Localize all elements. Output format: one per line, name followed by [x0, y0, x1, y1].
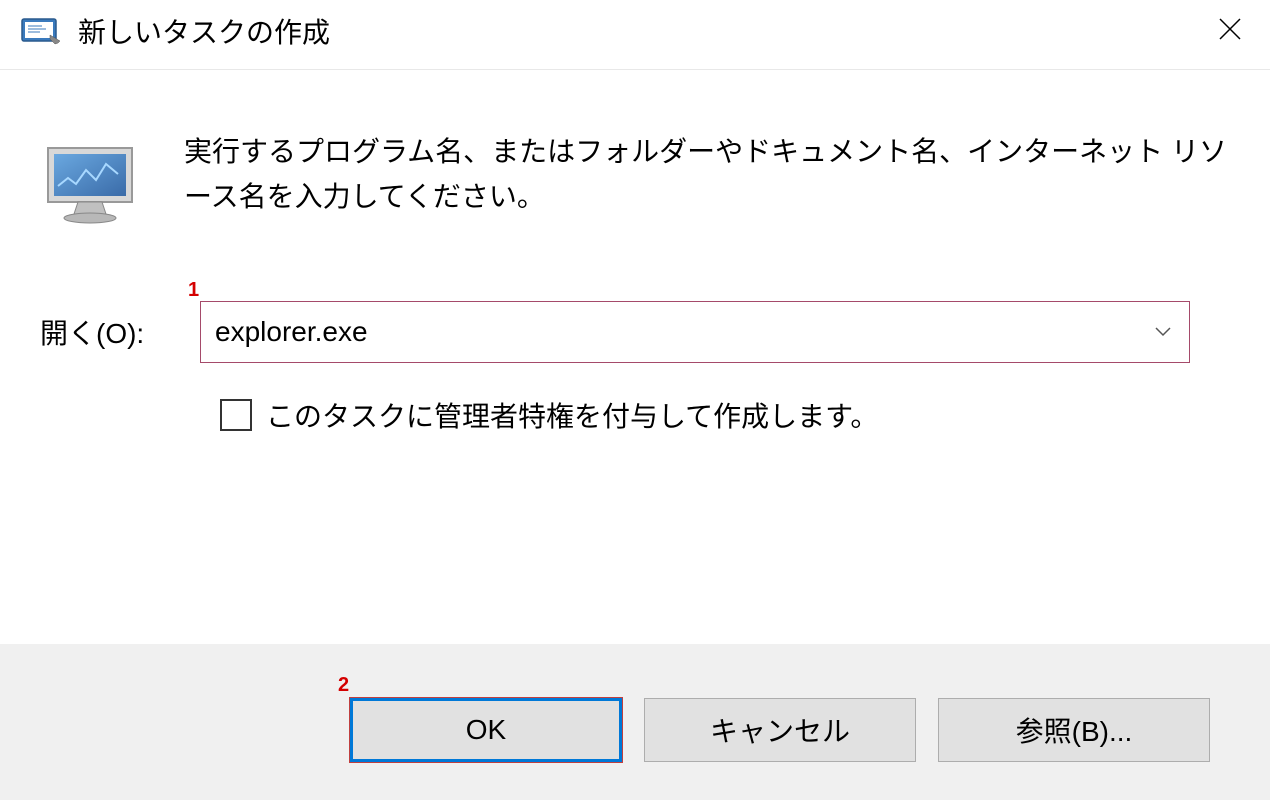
titlebar-left: 新しいタスクの作成 — [20, 11, 330, 51]
titlebar: 新しいタスクの作成 — [0, 0, 1270, 70]
admin-checkbox-label: このタスクに管理者特権を付与して作成します。 — [266, 395, 878, 435]
close-icon — [1218, 17, 1242, 41]
open-combobox[interactable]: 1 — [200, 301, 1190, 363]
close-button[interactable] — [1206, 8, 1254, 53]
run-dialog-icon — [20, 13, 62, 49]
description-row: 実行するプログラム名、またはフォルダーやドキュメント名、インターネット リソース… — [40, 130, 1230, 235]
open-label: 開く(O): — [40, 312, 180, 352]
description-text: 実行するプログラム名、またはフォルダーやドキュメント名、インターネット リソース… — [184, 130, 1230, 220]
ok-button[interactable]: OK — [350, 698, 622, 762]
browse-button[interactable]: 参照(B)... — [938, 698, 1210, 762]
button-bar: 2 OK キャンセル 参照(B)... — [0, 644, 1270, 800]
open-input[interactable] — [200, 301, 1190, 363]
monitor-icon — [40, 136, 148, 235]
ok-button-wrapper: 2 OK — [350, 698, 622, 762]
admin-checkbox[interactable] — [220, 399, 252, 431]
admin-checkbox-row: このタスクに管理者特権を付与して作成します。 — [220, 395, 1230, 435]
window-title: 新しいタスクの作成 — [78, 11, 330, 51]
open-row: 開く(O): 1 — [40, 301, 1230, 363]
dialog-content: 実行するプログラム名、またはフォルダーやドキュメント名、インターネット リソース… — [0, 70, 1270, 475]
annotation-marker-1: 1 — [188, 279, 199, 302]
cancel-button[interactable]: キャンセル — [644, 698, 916, 762]
annotation-marker-2: 2 — [338, 674, 349, 697]
